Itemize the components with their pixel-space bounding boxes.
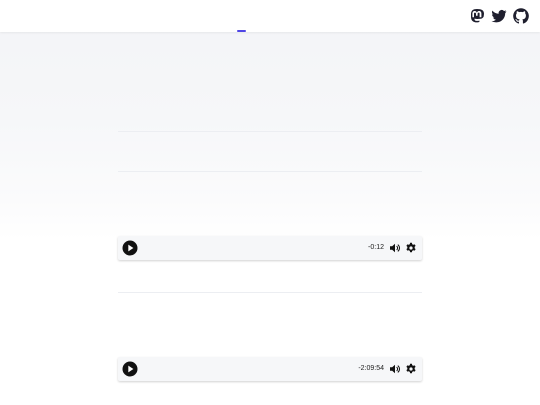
time-remaining: -2:09:54 <box>358 365 384 372</box>
settings-button[interactable] <box>405 242 417 254</box>
twitter-link[interactable] <box>491 8 507 24</box>
play-icon <box>122 361 138 377</box>
divider <box>118 131 422 132</box>
play-button[interactable] <box>122 361 138 377</box>
volume-button[interactable] <box>389 242 401 254</box>
page: -0:12 -2:09:54 <box>0 0 540 405</box>
volume-icon <box>390 364 401 374</box>
gear-icon <box>406 242 416 253</box>
audio-player: -0:12 <box>118 236 422 260</box>
audio-player: -2:09:54 <box>118 357 422 381</box>
divider <box>118 292 422 293</box>
mastodon-icon <box>471 9 484 23</box>
settings-button[interactable] <box>405 363 417 375</box>
active-nav-indicator <box>237 30 246 32</box>
play-button[interactable] <box>122 240 138 256</box>
volume-icon <box>390 243 401 253</box>
twitter-icon <box>491 10 507 23</box>
divider <box>118 171 422 172</box>
volume-button[interactable] <box>389 363 401 375</box>
github-icon <box>513 8 529 24</box>
time-remaining: -0:12 <box>368 244 384 251</box>
play-icon <box>122 240 138 256</box>
top-navigation-bar <box>0 0 540 32</box>
github-link[interactable] <box>513 8 529 24</box>
gear-icon <box>406 363 416 374</box>
mastodon-link[interactable] <box>469 8 485 24</box>
